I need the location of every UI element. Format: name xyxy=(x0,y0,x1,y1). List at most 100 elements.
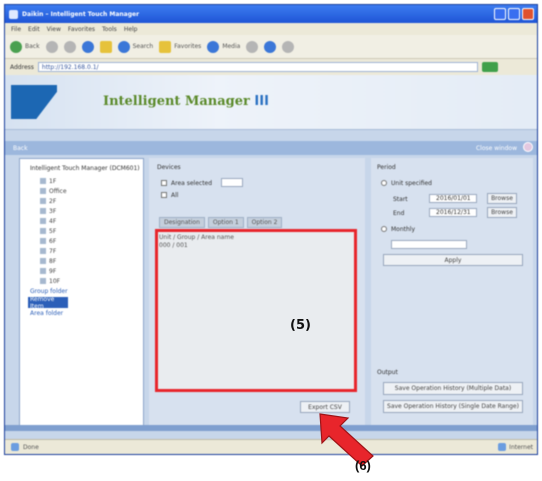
media-icon xyxy=(207,40,220,53)
section-title: Devices xyxy=(157,164,181,171)
monthly-radio[interactable] xyxy=(381,226,387,232)
menu-item[interactable]: Tools xyxy=(102,26,117,33)
all-checkbox-label: All xyxy=(171,192,179,199)
menu-item[interactable]: Edit xyxy=(28,26,40,33)
internet-zone-icon xyxy=(498,443,507,451)
status-bar: Done Internet xyxy=(5,439,537,454)
tree-item-selected[interactable]: Remove Item xyxy=(28,296,68,310)
apply-button[interactable]: Apply xyxy=(383,254,523,266)
area-field[interactable] xyxy=(221,178,243,187)
back-button[interactable]: Back xyxy=(10,40,40,53)
address-label: Address xyxy=(10,63,34,71)
folder-icon xyxy=(40,268,46,274)
search-icon xyxy=(117,40,130,53)
back-arrow-icon xyxy=(10,40,22,53)
unit-specified-radio[interactable] xyxy=(381,180,387,186)
address-bar: Address http://192.168.0.1/ xyxy=(5,60,537,74)
area-checkbox[interactable] xyxy=(161,180,167,186)
close-window-link[interactable]: Close window xyxy=(476,145,517,152)
favorites-icon xyxy=(159,40,172,53)
stop-icon[interactable] xyxy=(63,40,76,53)
tree-root[interactable]: Intelligent Touch Manager (DCM601) xyxy=(30,165,140,172)
address-input[interactable]: http://192.168.0.1/ xyxy=(37,62,478,72)
history-icon[interactable] xyxy=(246,40,259,53)
device-tree: Intelligent Touch Manager (DCM601) 1F Of… xyxy=(19,158,144,428)
save-history-multiple-button[interactable]: Save Operation History (Multiple Data) xyxy=(383,382,523,395)
period-panel: Period Unit specified Start 2016/01/01 B… xyxy=(371,158,533,428)
browser-toolbar: Back Search Favorites Media xyxy=(5,35,537,59)
app-banner: Intelligent Manager III xyxy=(5,75,537,130)
folder-icon xyxy=(40,208,46,214)
menu-item[interactable]: View xyxy=(47,26,61,33)
menu-item[interactable]: Help xyxy=(124,26,138,33)
tree-item[interactable]: 4F xyxy=(40,217,56,225)
window-title: Daikin – Intelligent Touch Manager xyxy=(22,10,140,18)
tree-item[interactable]: 8F xyxy=(40,257,56,265)
highlight-box xyxy=(155,229,357,392)
tree-item[interactable]: Office xyxy=(40,187,67,195)
folder-icon xyxy=(40,278,46,284)
product-name: Intelligent Manager III xyxy=(103,94,269,109)
search-button[interactable]: Search xyxy=(117,40,153,53)
folder-icon xyxy=(40,218,46,224)
daikin-logo-icon xyxy=(11,85,57,119)
folder-icon xyxy=(40,248,46,254)
close-button[interactable] xyxy=(522,8,534,20)
output-title: Output xyxy=(377,369,398,376)
help-icon[interactable] xyxy=(523,142,533,152)
print-icon[interactable] xyxy=(282,40,295,53)
tree-item[interactable]: 5F xyxy=(40,227,56,235)
step-label-5: (5) xyxy=(290,318,311,333)
step-label-6: (6) xyxy=(355,458,371,473)
maximize-button[interactable] xyxy=(508,8,520,20)
mail-icon[interactable] xyxy=(264,40,277,53)
end-date-field[interactable]: 2016/12/31 xyxy=(429,208,477,217)
zone-text: Internet xyxy=(509,443,533,451)
start-label: Start xyxy=(393,196,408,203)
folder-icon xyxy=(40,238,46,244)
window-titlebar: Daikin – Intelligent Touch Manager xyxy=(5,5,537,23)
tree-item[interactable]: 10F xyxy=(40,277,60,285)
save-history-single-button[interactable]: Save Operation History (Single Date Rang… xyxy=(383,400,523,413)
tree-item[interactable]: 3F xyxy=(40,207,56,215)
tree-item[interactable]: 9F xyxy=(40,267,56,275)
browser-icon xyxy=(9,9,18,19)
tab-option-2[interactable]: Option 2 xyxy=(246,217,283,228)
tree-item[interactable]: 1F xyxy=(40,177,56,185)
end-browse-button[interactable]: Browse xyxy=(487,207,517,218)
minimize-button[interactable] xyxy=(494,8,506,20)
tree-item[interactable]: 6F xyxy=(40,237,56,245)
tree-item[interactable]: 2F xyxy=(40,197,56,205)
start-date-field[interactable]: 2016/01/01 xyxy=(429,194,477,203)
go-button[interactable] xyxy=(481,62,498,72)
folder-icon xyxy=(40,258,46,264)
end-label: End xyxy=(393,210,405,217)
tree-area-folder[interactable]: Area folder xyxy=(28,309,68,318)
favorites-button[interactable]: Favorites xyxy=(159,40,201,53)
start-browse-button[interactable]: Browse xyxy=(487,193,517,204)
folder-icon xyxy=(40,228,46,234)
all-checkbox[interactable] xyxy=(161,192,167,198)
home-icon[interactable] xyxy=(99,40,112,53)
menu-bar: File Edit View Favorites Tools Help xyxy=(5,23,537,35)
status-text: Done xyxy=(23,443,39,451)
refresh-icon[interactable] xyxy=(81,40,94,53)
tab-option-1[interactable]: Option 1 xyxy=(207,217,244,228)
folder-icon xyxy=(40,188,46,194)
tab-designation[interactable]: Designation xyxy=(159,217,205,228)
tree-item[interactable]: 7F xyxy=(40,247,56,255)
back-link[interactable]: Back xyxy=(13,145,28,152)
window-controls xyxy=(494,8,534,20)
folder-icon xyxy=(40,178,46,184)
menu-item[interactable]: File xyxy=(11,26,21,33)
unit-specified-label: Unit specified xyxy=(391,180,432,187)
month-select[interactable] xyxy=(391,240,467,249)
page-content: Intelligent Manager III Back Close windo… xyxy=(5,75,537,441)
media-button[interactable]: Media xyxy=(207,40,240,53)
zone-indicator: Internet xyxy=(498,443,533,451)
main-panel: Devices Area selected All Designation Op… xyxy=(149,158,365,428)
menu-item[interactable]: Favorites xyxy=(68,26,95,33)
period-title: Period xyxy=(377,164,396,171)
page-status-icon xyxy=(11,443,19,451)
forward-arrow-icon[interactable] xyxy=(45,40,58,53)
